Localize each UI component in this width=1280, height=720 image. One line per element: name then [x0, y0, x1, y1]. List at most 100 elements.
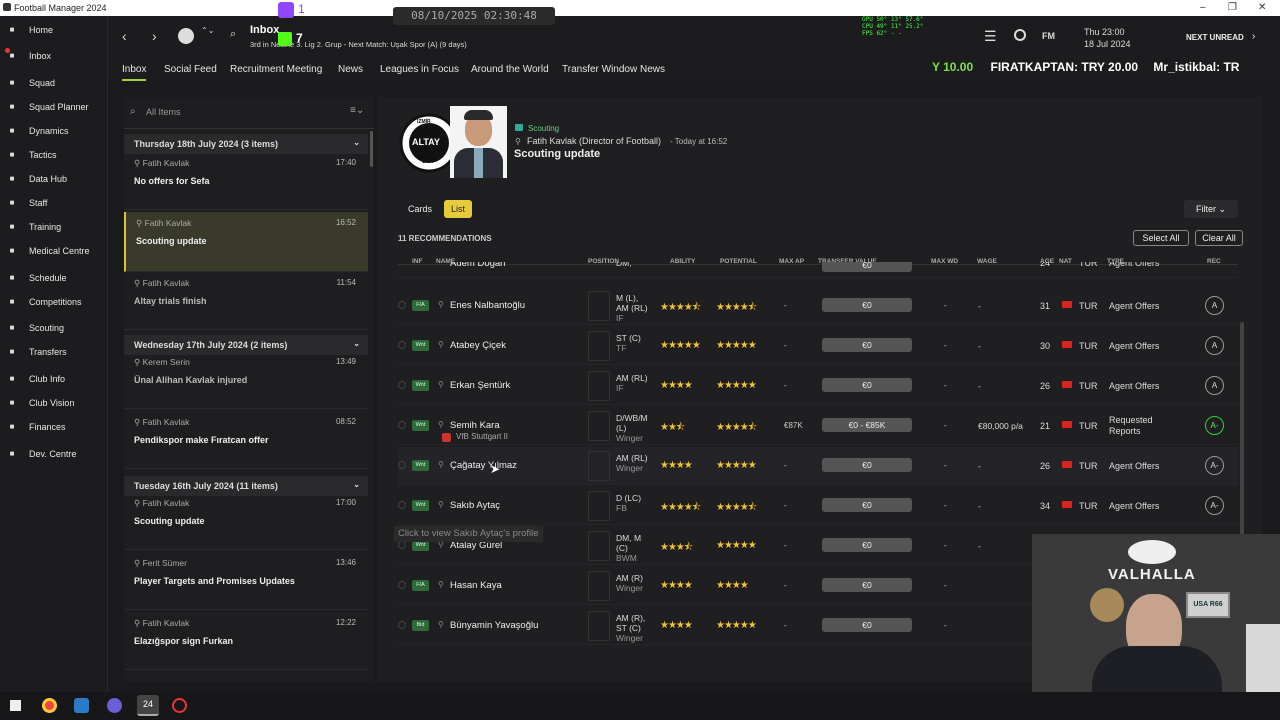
player-name[interactable]: Semih Kara: [450, 420, 500, 431]
sidebar-item-data-hub[interactable]: ■ Data Hub: [0, 168, 108, 190]
tab-news[interactable]: News: [338, 64, 363, 75]
filter-button[interactable]: Filter ⌄: [1184, 200, 1238, 218]
windows-start-icon[interactable]: [10, 700, 21, 711]
updown-icon[interactable]: ⌃⌄: [201, 26, 214, 35]
divider: [124, 128, 374, 129]
chrome-icon[interactable]: [42, 698, 57, 713]
minimize-button[interactable]: –: [1200, 2, 1206, 13]
club-crest-icon[interactable]: [178, 28, 194, 44]
tab-around-the-world[interactable]: Around the World: [471, 64, 549, 75]
table-row[interactable]: F/A ⚲ Enes Nalbantoğlu M (L), AM (RL) IF ★★★★⯪…: [398, 287, 1238, 325]
tab-inbox[interactable]: Inbox: [122, 64, 147, 81]
inbox-message[interactable]: ⚲ Fatih Kavlak Scouting update 16:52: [124, 212, 368, 272]
message-sender[interactable]: Fatih Kavlak (Director of Football): [527, 136, 661, 146]
world-icon[interactable]: [1014, 29, 1026, 41]
list-view-button[interactable]: List: [444, 200, 472, 218]
table-scrollbar[interactable]: [1240, 322, 1244, 536]
tab-transfer-window-news[interactable]: Transfer Window News: [562, 64, 665, 75]
forward-icon[interactable]: ›: [152, 28, 157, 44]
player-name[interactable]: Çağatay Yılmaz: [450, 460, 517, 471]
sidebar-item-tactics[interactable]: ■ Tactics: [0, 144, 108, 166]
recommendation-grade[interactable]: A-: [1205, 496, 1224, 515]
next-unread-button[interactable]: NEXT UNREAD: [1186, 33, 1244, 42]
player-name[interactable]: Enes Nalbantoğlu: [450, 300, 525, 311]
close-button[interactable]: ✕: [1258, 2, 1266, 13]
table-row-partial[interactable]: Adem Doğan DM, €0 24 TUR Agent Offers: [398, 262, 1238, 278]
table-row[interactable]: Wnt ⚲ Atabey Çiçek ST (C) TF ★★★★★ ★★★★★ - €0 - - 3…: [398, 327, 1238, 365]
sidebar-item-scouting[interactable]: ■ Scouting: [0, 317, 108, 339]
inbox-message[interactable]: ⚲ Fatih Kavlak Elazığspor sign Furkan 12:2…: [124, 612, 368, 670]
game-time: Thu 23:00: [1084, 27, 1125, 37]
table-row[interactable]: Wnt ⚲ Çağatay Yılmaz AM (RL) Winger ★★★★ ★★★★★…: [398, 447, 1238, 485]
table-row[interactable]: Wnt ⚲ Sakıb Aytaç D (LC) FB ★★★★⯪ ★★★★⯪ - €0 - - 34…: [398, 487, 1238, 525]
select-checkbox[interactable]: [398, 621, 406, 629]
headset-shape: [1246, 624, 1280, 692]
fm24-taskbar-icon[interactable]: 24: [137, 695, 159, 716]
sidebar-item-transfers[interactable]: ■ Transfers: [0, 341, 108, 363]
inbox-message[interactable]: ⚲ Kerem Serin Ünal Alihan Kavlak injured 1…: [124, 351, 368, 409]
tab-social-feed[interactable]: Social Feed: [164, 64, 217, 75]
select-checkbox[interactable]: [398, 501, 406, 509]
search-icon[interactable]: ⌕: [230, 28, 236, 41]
select-all-button[interactable]: Select All: [1133, 230, 1189, 246]
sidebar-item-training[interactable]: ■ Training: [0, 216, 108, 238]
table-row[interactable]: Wnt ⚲ Semih Kara VfB Stuttgart II D/WB/M (L) W…: [398, 407, 1238, 445]
sidebar-item-squad[interactable]: ■ Squad: [0, 72, 108, 94]
sidebar-item-finances[interactable]: ■ Finances: [0, 416, 108, 438]
player-name[interactable]: Bünyamin Yavaşoğlu: [450, 620, 538, 631]
discord-icon[interactable]: [107, 698, 122, 713]
recommendation-grade[interactable]: A: [1205, 336, 1224, 355]
tab-leagues-in-focus[interactable]: Leagues in Focus: [380, 64, 459, 75]
player-wage: €80,000 p/a: [978, 421, 1023, 431]
inbox-search-input[interactable]: All Items: [146, 107, 181, 117]
player-name[interactable]: Atabey Çiçek: [450, 340, 506, 351]
next-unread-icon[interactable]: ›: [1252, 31, 1255, 42]
select-checkbox[interactable]: [398, 581, 406, 589]
scrollbar[interactable]: [370, 131, 373, 167]
inbox-message[interactable]: ⚲ Fatih Kavlak Scouting update 17:00: [124, 492, 368, 550]
recommendation-grade[interactable]: A: [1205, 296, 1224, 315]
inbox-message[interactable]: ⚲ Fatih Kavlak Altay trials finish 11:54: [124, 272, 368, 330]
player-name[interactable]: Erkan Şentürk: [450, 380, 510, 391]
fm-button[interactable]: FM: [1042, 31, 1055, 41]
sidebar-item-club-info[interactable]: ■ Club Info: [0, 368, 108, 390]
sidebar-item-staff[interactable]: ■ Staff: [0, 192, 108, 214]
player-name[interactable]: Hasan Kaya: [450, 580, 502, 591]
select-checkbox[interactable]: [398, 541, 406, 549]
recommendation-grade[interactable]: A-: [1205, 456, 1224, 475]
select-checkbox[interactable]: [398, 301, 406, 309]
select-checkbox[interactable]: [398, 341, 406, 349]
table-row[interactable]: Wnt ⚲ Erkan Şentürk AM (RL) IF ★★★★ ★★★★★ - €0- -…: [398, 367, 1238, 405]
steam-icon[interactable]: [74, 698, 89, 713]
recommendation-grade[interactable]: A-: [1205, 416, 1224, 435]
inbox-message[interactable]: ⚲ Ferit Sümer Player Targets and Promises…: [124, 552, 368, 610]
sidebar-item-home[interactable]: ■ Home: [0, 19, 108, 41]
sidebar-item-schedule[interactable]: ■ Schedule: [0, 267, 108, 289]
sidebar-item-medical-centre[interactable]: ■ Medical Centre: [0, 240, 108, 262]
maximize-button[interactable]: ❐: [1228, 2, 1237, 13]
cards-view-button[interactable]: Cards: [400, 200, 440, 218]
recommendation-grade[interactable]: A: [1205, 376, 1224, 395]
player-name[interactable]: Sakıb Aytaç: [450, 500, 500, 511]
sidebar-item-club-vision[interactable]: ■ Club Vision: [0, 392, 108, 414]
chevron-down-icon[interactable]: ⌄: [353, 339, 360, 348]
select-checkbox[interactable]: [398, 421, 406, 429]
inbox-message[interactable]: ⚲ Fatih Kavlak Pendikspor make Fıratcan o…: [124, 411, 368, 469]
sidebar-item-competitions[interactable]: ■ Competitions: [0, 291, 108, 313]
sort-icon[interactable]: ≡⌄: [350, 105, 364, 116]
inbox-message[interactable]: ⚲ Fatih Kavlak No offers for Sefa 17:40: [124, 152, 368, 210]
chevron-down-icon[interactable]: ⌄: [353, 480, 360, 489]
sidebar-item-inbox[interactable]: ■ Inbox: [0, 45, 108, 67]
select-checkbox[interactable]: [398, 461, 406, 469]
select-checkbox[interactable]: [398, 381, 406, 389]
menu-icon[interactable]: ☰: [984, 28, 997, 45]
tab-recruitment-meeting[interactable]: Recruitment Meeting: [230, 64, 322, 75]
sidebar-item-squad-planner[interactable]: ■ Squad Planner: [0, 96, 108, 118]
date-group-header[interactable]: Thursday 18th July 2024 (3 items) ⌄: [124, 134, 368, 154]
clear-all-button[interactable]: Clear All: [1195, 230, 1243, 246]
chevron-down-icon[interactable]: ⌄: [353, 138, 360, 147]
obs-icon[interactable]: [172, 698, 187, 713]
back-icon[interactable]: ‹: [122, 28, 127, 44]
sidebar-item-dev-centre[interactable]: ■ Dev. Centre: [0, 443, 108, 465]
sidebar-item-dynamics[interactable]: ■ Dynamics: [0, 120, 108, 142]
